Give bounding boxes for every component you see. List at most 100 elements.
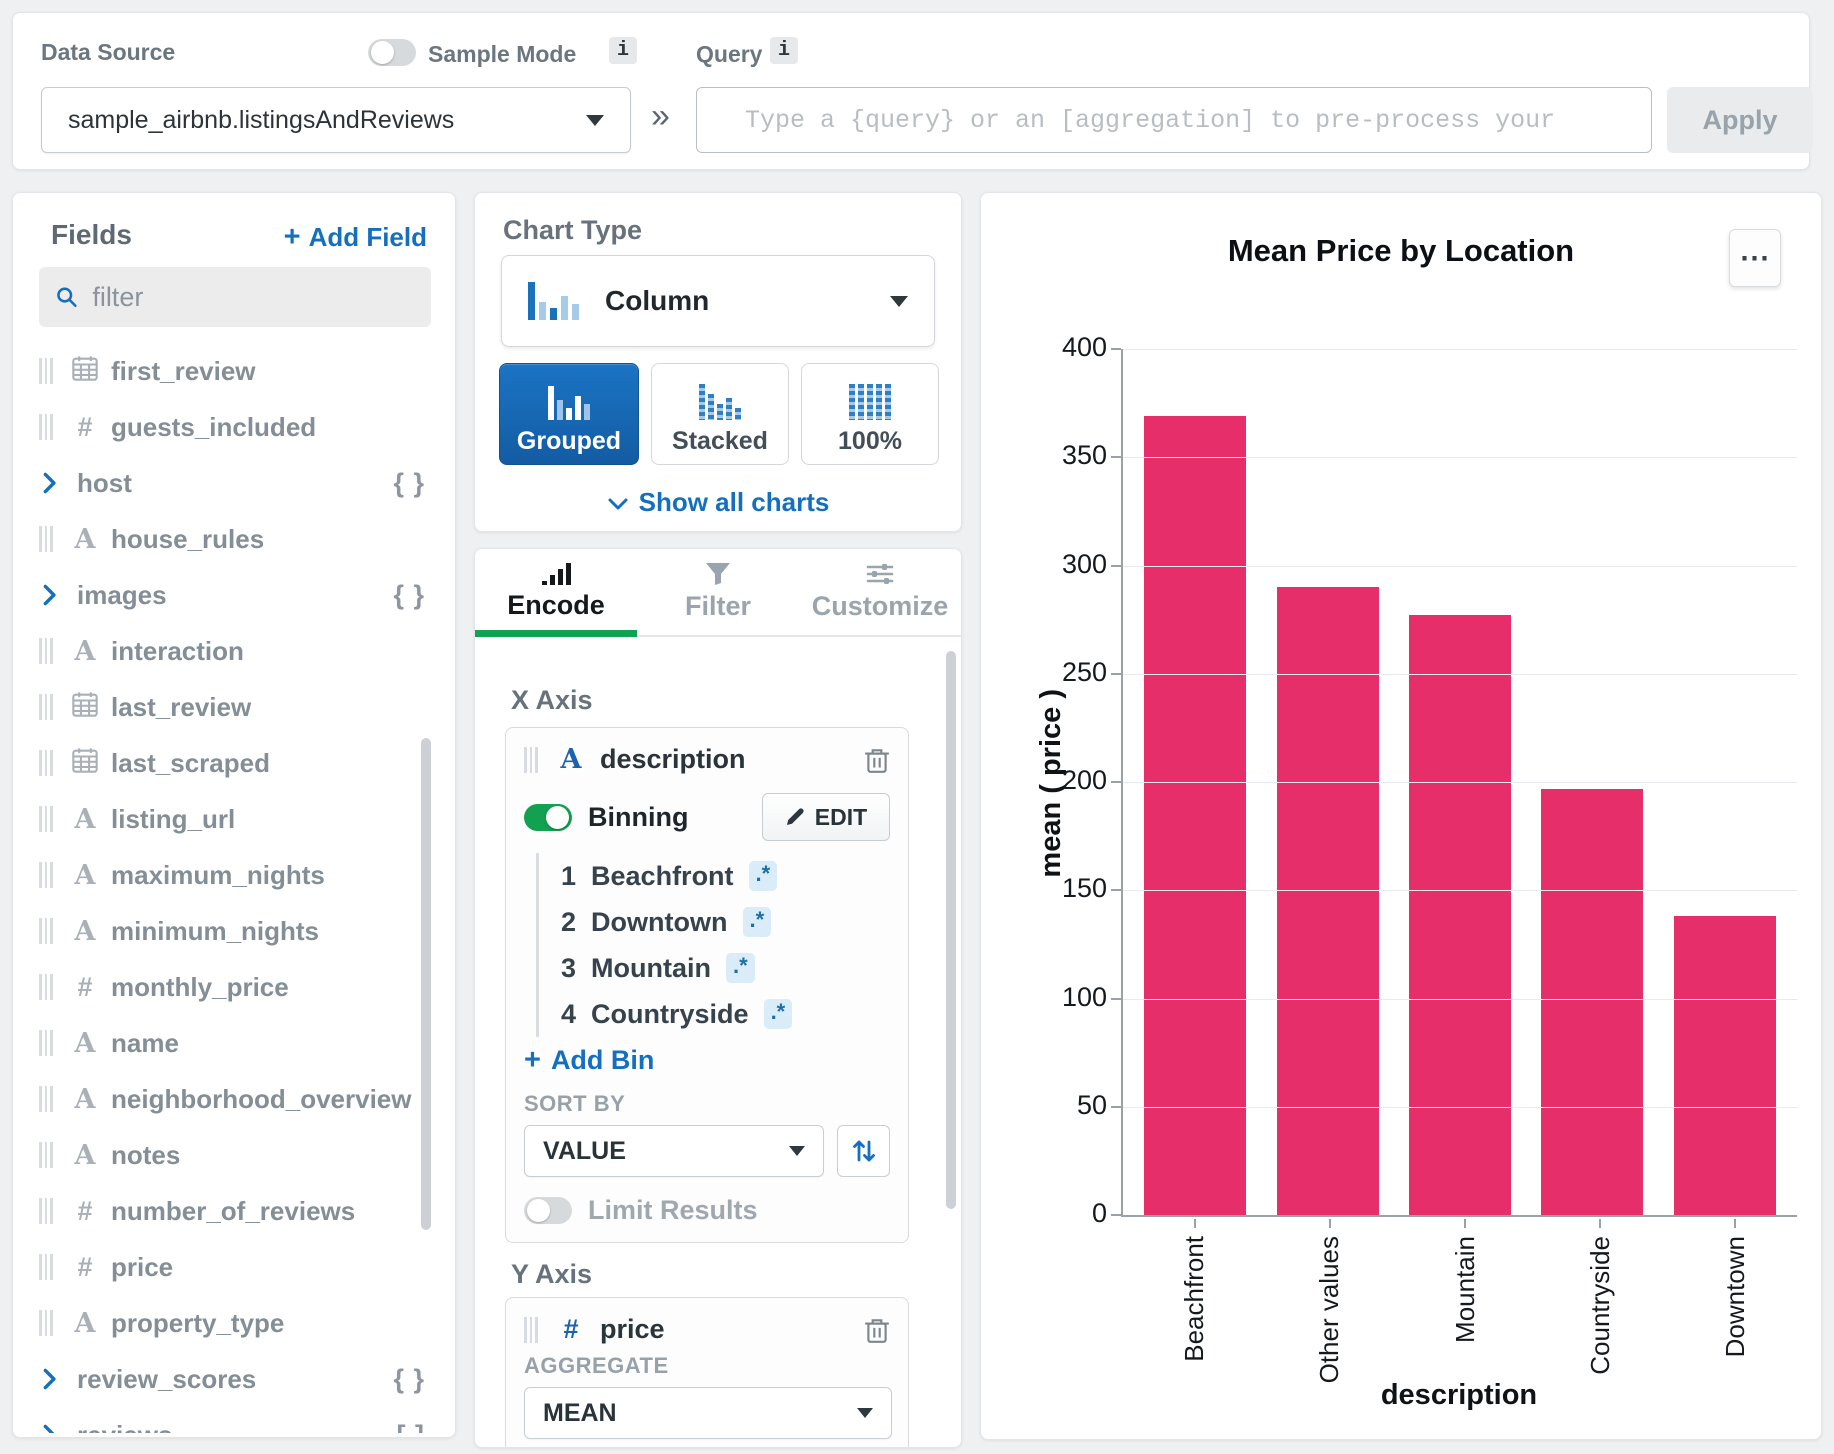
field-item-monthly_price[interactable]: #monthly_price bbox=[39, 959, 431, 1015]
add-field-button[interactable]: +Add Field bbox=[284, 221, 427, 254]
x-axis-field-row[interactable]: A description bbox=[524, 744, 890, 775]
field-item-guests_included[interactable]: #guests_included bbox=[39, 399, 431, 455]
string-type-icon: A bbox=[65, 1140, 105, 1171]
trash-icon[interactable] bbox=[864, 746, 890, 774]
chevron-down-icon bbox=[857, 1408, 873, 1418]
y-tick-mark bbox=[1111, 998, 1121, 1000]
field-name: price bbox=[111, 1252, 173, 1283]
regex-badge: .* bbox=[743, 907, 772, 936]
field-name: last_review bbox=[111, 692, 251, 723]
tab-encode[interactable]: Encode bbox=[475, 549, 637, 635]
chevron-right-icon[interactable] bbox=[41, 472, 63, 494]
y-axis-field-row[interactable]: # price bbox=[524, 1314, 890, 1345]
gridline bbox=[1123, 999, 1797, 1000]
drag-handle-icon[interactable] bbox=[39, 862, 57, 888]
bin-label: Countryside bbox=[591, 999, 749, 1030]
query-info-icon[interactable]: i bbox=[770, 37, 798, 64]
field-filter-input[interactable] bbox=[92, 282, 415, 313]
drag-handle-icon[interactable] bbox=[39, 1310, 57, 1336]
chart-menu-button[interactable]: ⋯ bbox=[1729, 229, 1781, 287]
field-name: maximum_nights bbox=[111, 860, 325, 891]
sort-by-label: SORT BY bbox=[524, 1091, 890, 1117]
sort-by-select[interactable]: VALUE bbox=[524, 1125, 824, 1177]
sample-mode-info-icon[interactable]: i bbox=[609, 37, 637, 64]
mode-100-button[interactable]: 100% bbox=[801, 363, 939, 465]
drag-handle-icon[interactable] bbox=[39, 1030, 57, 1056]
field-item-host[interactable]: host{ } bbox=[39, 455, 431, 511]
field-item-interaction[interactable]: Ainteraction bbox=[39, 623, 431, 679]
calendar-icon bbox=[71, 690, 99, 718]
field-item-notes[interactable]: Anotes bbox=[39, 1127, 431, 1183]
fields-scrollbar[interactable] bbox=[421, 738, 431, 1230]
drag-handle-icon[interactable] bbox=[39, 358, 57, 384]
drag-handle-icon[interactable] bbox=[524, 747, 542, 773]
field-item-minimum_nights[interactable]: Aminimum_nights bbox=[39, 903, 431, 959]
drag-handle-icon[interactable] bbox=[524, 1317, 542, 1343]
limit-results-toggle[interactable] bbox=[524, 1197, 572, 1224]
drag-handle-icon[interactable] bbox=[39, 806, 57, 832]
drag-handle-icon[interactable] bbox=[39, 918, 57, 944]
drag-handle-icon[interactable] bbox=[39, 694, 57, 720]
mode-stacked-button[interactable]: Stacked bbox=[651, 363, 789, 465]
field-item-name[interactable]: Aname bbox=[39, 1015, 431, 1071]
x-axis-field-name: description bbox=[600, 744, 746, 775]
add-bin-button[interactable]: +Add Bin bbox=[524, 1037, 890, 1083]
field-name: listing_url bbox=[111, 804, 235, 835]
aggregate-select[interactable]: MEAN bbox=[524, 1387, 892, 1439]
chevron-right-icon bbox=[41, 1368, 57, 1390]
bin-item-downtown[interactable]: 2Downtown.* bbox=[561, 899, 890, 945]
tab-filter[interactable]: Filter bbox=[637, 549, 799, 635]
drag-handle-icon[interactable] bbox=[39, 526, 57, 552]
field-item-listing_url[interactable]: Alisting_url bbox=[39, 791, 431, 847]
drag-handle-icon[interactable] bbox=[39, 638, 57, 664]
field-item-neighborhood_overview[interactable]: Aneighborhood_overview bbox=[39, 1071, 431, 1127]
field-item-first_review[interactable]: first_review bbox=[39, 343, 431, 399]
drag-handle-icon[interactable] bbox=[39, 750, 57, 776]
mode-grouped-button[interactable]: Grouped bbox=[499, 363, 639, 465]
drag-handle-icon[interactable] bbox=[39, 1254, 57, 1280]
data-source-label: Data Source bbox=[41, 39, 175, 66]
chevron-right-icon[interactable] bbox=[41, 584, 63, 606]
chart-type-select[interactable]: Column bbox=[501, 255, 935, 347]
field-item-house_rules[interactable]: Ahouse_rules bbox=[39, 511, 431, 567]
drag-handle-icon[interactable] bbox=[39, 974, 57, 1000]
field-item-last_scraped[interactable]: last_scraped bbox=[39, 735, 431, 791]
field-name: house_rules bbox=[111, 524, 264, 555]
bin-label: Downtown bbox=[591, 907, 727, 938]
bin-item-beachfront[interactable]: 1Beachfront.* bbox=[561, 853, 890, 899]
sample-mode-toggle[interactable] bbox=[368, 39, 416, 66]
field-item-reviews[interactable]: reviews[ ] bbox=[39, 1407, 431, 1433]
y-tick-label: 200 bbox=[1062, 765, 1107, 796]
data-source-select[interactable]: sample_airbnb.listingsAndReviews bbox=[41, 87, 631, 153]
bin-item-mountain[interactable]: 3Mountain.* bbox=[561, 945, 890, 991]
array-badge: [ ] bbox=[397, 1420, 425, 1434]
show-all-charts-link[interactable]: Show all charts bbox=[475, 487, 961, 518]
field-item-review_scores[interactable]: review_scores{ } bbox=[39, 1351, 431, 1407]
apply-button[interactable]: Apply bbox=[1667, 87, 1813, 153]
chevron-right-icon[interactable] bbox=[41, 1424, 63, 1433]
binning-label: Binning bbox=[588, 802, 688, 833]
drag-handle-icon[interactable] bbox=[39, 1142, 57, 1168]
bin-list: 1Beachfront.*2Downtown.*3Mountain.*4Coun… bbox=[536, 853, 890, 1037]
bin-item-countryside[interactable]: 4Countryside.* bbox=[561, 991, 890, 1037]
y-tick-label: 50 bbox=[1077, 1090, 1107, 1121]
field-item-price[interactable]: #price bbox=[39, 1239, 431, 1295]
field-item-images[interactable]: images{ } bbox=[39, 567, 431, 623]
drag-handle-icon[interactable] bbox=[39, 1198, 57, 1224]
trash-icon[interactable] bbox=[864, 1316, 890, 1344]
fields-panel: Fields +Add Field first_review#guests_in… bbox=[12, 192, 456, 1438]
sort-direction-button[interactable] bbox=[837, 1125, 890, 1177]
field-item-last_review[interactable]: last_review bbox=[39, 679, 431, 735]
encode-scrollbar[interactable] bbox=[946, 651, 956, 1209]
query-input[interactable] bbox=[696, 87, 1652, 153]
field-item-maximum_nights[interactable]: Amaximum_nights bbox=[39, 847, 431, 903]
edit-bins-button[interactable]: EDIT bbox=[762, 793, 890, 841]
drag-handle-icon[interactable] bbox=[39, 414, 57, 440]
tab-customize[interactable]: Customize bbox=[799, 549, 961, 635]
binning-toggle[interactable] bbox=[524, 804, 572, 831]
field-item-number_of_reviews[interactable]: #number_of_reviews bbox=[39, 1183, 431, 1239]
field-list: first_review#guests_includedhost{ }Ahous… bbox=[39, 343, 431, 1433]
drag-handle-icon[interactable] bbox=[39, 1086, 57, 1112]
field-item-property_type[interactable]: Aproperty_type bbox=[39, 1295, 431, 1351]
chevron-right-icon[interactable] bbox=[41, 1368, 63, 1390]
